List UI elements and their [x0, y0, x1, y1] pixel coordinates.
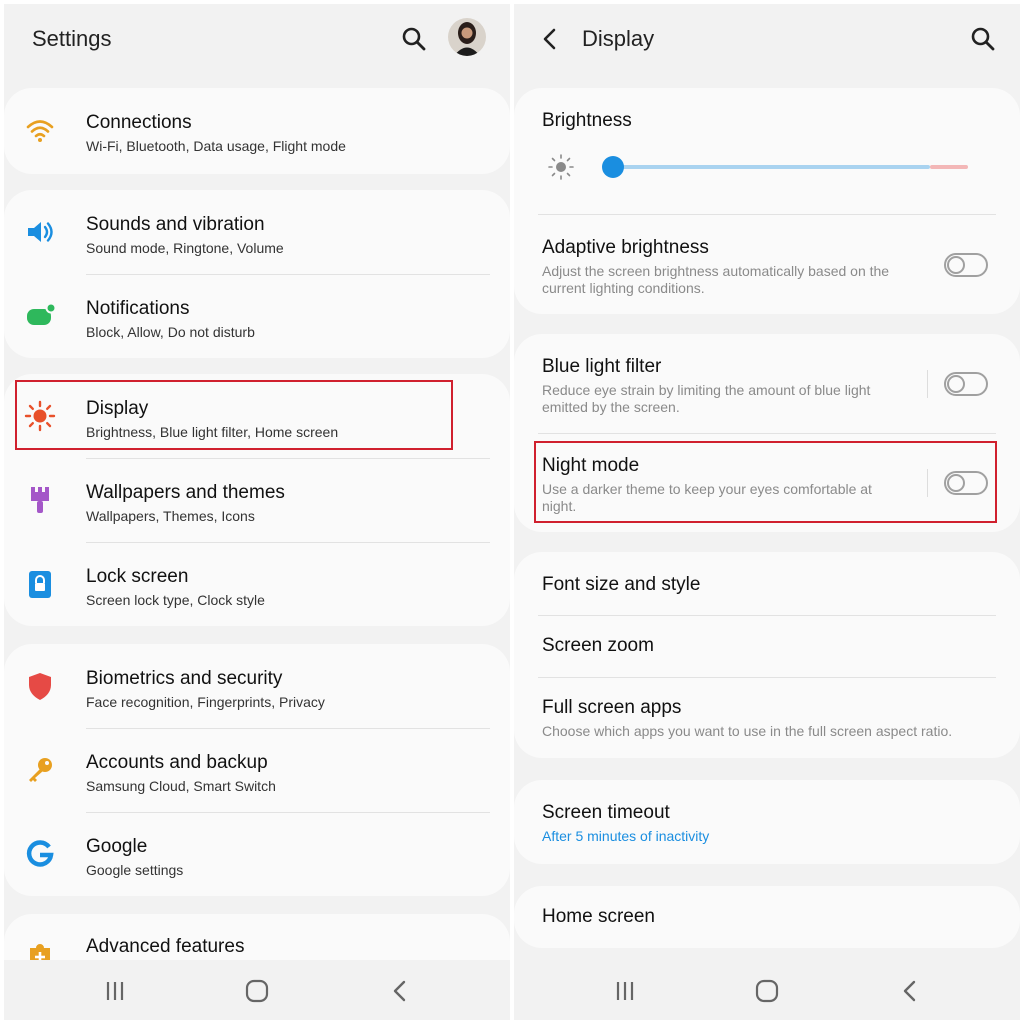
settings-item-sounds[interactable]: Sounds and vibration Sound mode, Rington…: [4, 190, 510, 274]
wifi-icon: [24, 114, 56, 146]
home-screen-row[interactable]: Home screen: [514, 886, 1020, 948]
item-label: Notifications: [86, 298, 190, 319]
item-label: Connections: [86, 112, 192, 133]
home-icon[interactable]: [752, 976, 782, 1006]
brightness-card: Brightness Adaptive brightness Adjust th…: [514, 88, 1020, 314]
slider-track-warning: [930, 165, 968, 169]
screen-timeout-row[interactable]: Screen timeout After 5 minutes of inacti…: [514, 780, 1020, 864]
display-header: Display: [514, 4, 1020, 78]
screen-timeout-value: After 5 minutes of inactivity: [542, 828, 710, 844]
connections-card: Connections Wi-Fi, Bluetooth, Data usage…: [4, 88, 510, 174]
adaptive-brightness-row[interactable]: Adaptive brightness Adjust the screen br…: [514, 215, 1020, 314]
item-label: Lock screen: [86, 566, 189, 587]
display-panel: Display Brightness Adaptive brightness A…: [514, 4, 1020, 1020]
slider-thumb[interactable]: [602, 156, 624, 178]
item-sub: Wallpapers, Themes, Icons: [86, 508, 255, 524]
screen-zoom-row[interactable]: Screen zoom: [514, 615, 1020, 677]
item-label: Wallpapers and themes: [86, 482, 285, 503]
timeout-card: Screen timeout After 5 minutes of inacti…: [514, 780, 1020, 864]
notification-icon: [24, 300, 56, 332]
home-screen-label: Home screen: [542, 906, 655, 927]
adaptive-toggle[interactable]: [944, 253, 988, 277]
full-screen-apps-row[interactable]: Full screen apps Choose which apps you w…: [514, 677, 1020, 758]
display-highlight-box: [15, 380, 453, 450]
blue-light-label: Blue light filter: [542, 356, 662, 377]
separator: [927, 370, 928, 398]
screen-zoom-label: Screen zoom: [542, 635, 654, 656]
settings-item-lock-screen[interactable]: Lock screen Screen lock type, Clock styl…: [4, 542, 510, 626]
back-icon[interactable]: [385, 976, 415, 1006]
settings-item-google[interactable]: Google Google settings: [4, 812, 510, 896]
blue-light-filter-row[interactable]: Blue light filter Reduce eye strain by l…: [514, 334, 1020, 433]
settings-item-accounts[interactable]: Accounts and backup Samsung Cloud, Smart…: [4, 728, 510, 812]
item-label: Sounds and vibration: [86, 214, 265, 235]
item-label: Biometrics and security: [86, 668, 283, 689]
toggle-knob: [947, 375, 965, 393]
adaptive-label: Adaptive brightness: [542, 237, 709, 258]
page-title: Settings: [32, 26, 112, 51]
back-arrow-icon[interactable]: [540, 28, 560, 50]
full-screen-label: Full screen apps: [542, 697, 682, 718]
adaptive-desc: Adjust the screen brightness automatical…: [542, 263, 890, 296]
item-sub: Google settings: [86, 862, 184, 878]
google-icon: [24, 838, 56, 870]
slider-track: [610, 165, 930, 169]
home-screen-card: Home screen: [514, 886, 1020, 948]
item-label: Accounts and backup: [86, 752, 268, 773]
settings-item-wallpapers[interactable]: Wallpapers and themes Wallpapers, Themes…: [4, 458, 510, 542]
lock-icon: [24, 568, 56, 600]
settings-panel: Settings Connections Wi-Fi, Bluetooth, D…: [4, 4, 510, 1020]
back-icon[interactable]: [895, 976, 925, 1006]
brightness-sun-icon: [548, 154, 574, 180]
page-title: Display: [582, 26, 655, 51]
settings-item-notifications[interactable]: Notifications Block, Allow, Do not distu…: [4, 274, 510, 358]
brightness-slider[interactable]: [602, 156, 972, 178]
item-sub: Face recognition, Fingerprints, Privacy: [86, 694, 325, 710]
security-card: Biometrics and security Face recognition…: [4, 644, 510, 896]
font-size-label: Font size and style: [542, 574, 701, 595]
screen-options-card: Font size and style Screen zoom Full scr…: [514, 552, 1020, 758]
settings-item-connections[interactable]: Connections Wi-Fi, Bluetooth, Data usage…: [4, 88, 510, 174]
item-label: Google: [86, 836, 148, 857]
item-sub: Screen lock type, Clock style: [86, 592, 265, 608]
home-icon[interactable]: [242, 976, 272, 1006]
item-sub: Samsung Cloud, Smart Switch: [86, 778, 276, 794]
night-mode-highlight-box: [534, 441, 997, 523]
recent-apps-icon[interactable]: [610, 976, 640, 1006]
font-size-row[interactable]: Font size and style: [514, 552, 1020, 614]
shield-icon: [24, 670, 56, 702]
paintbrush-icon: [24, 484, 56, 516]
sounds-card: Sounds and vibration Sound mode, Rington…: [4, 190, 510, 358]
settings-item-biometrics[interactable]: Biometrics and security Face recognition…: [4, 644, 510, 728]
screen-timeout-label: Screen timeout: [542, 802, 670, 823]
navigation-bar: [4, 960, 510, 1020]
item-sub: Wi-Fi, Bluetooth, Data usage, Flight mod…: [86, 138, 346, 154]
blue-light-desc: Reduce eye strain by limiting the amount…: [542, 382, 871, 415]
speaker-icon: [24, 216, 56, 248]
blue-light-toggle[interactable]: [944, 372, 988, 396]
search-icon[interactable]: [401, 26, 427, 52]
navigation-bar: [514, 960, 1020, 1020]
full-screen-desc: Choose which apps you want to use in the…: [542, 723, 953, 739]
item-sub: Block, Allow, Do not disturb: [86, 324, 255, 340]
brightness-label: Brightness: [542, 110, 632, 131]
recent-apps-icon[interactable]: [100, 976, 130, 1006]
avatar[interactable]: [448, 18, 486, 56]
toggle-knob: [947, 256, 965, 274]
item-sub: Sound mode, Ringtone, Volume: [86, 240, 284, 256]
item-label: Advanced features: [86, 936, 245, 957]
search-icon[interactable]: [970, 26, 996, 52]
key-icon: [24, 754, 56, 786]
settings-header: Settings: [4, 4, 510, 78]
